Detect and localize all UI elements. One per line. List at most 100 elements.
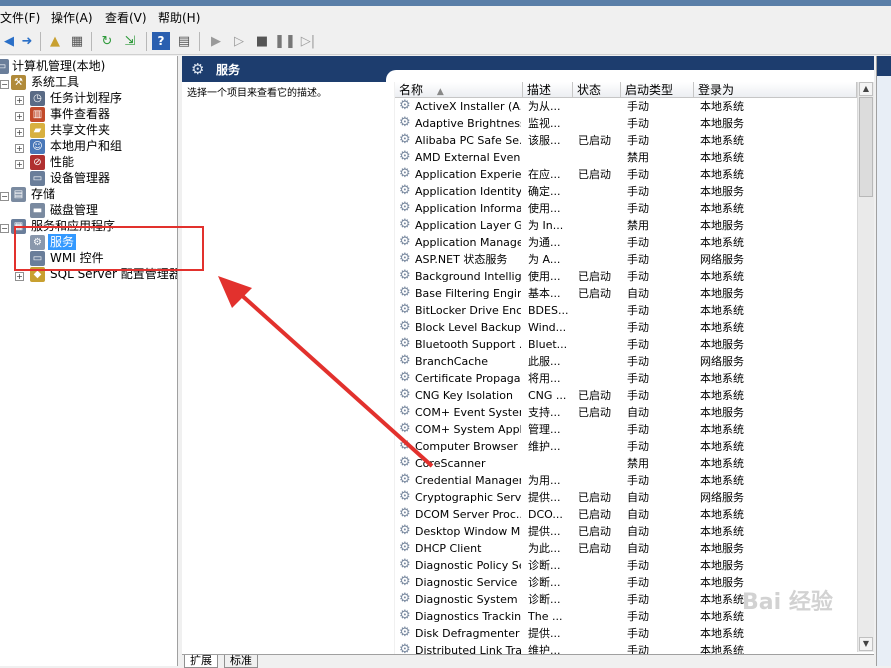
cell-status — [578, 234, 620, 251]
tab-extended[interactable]: 扩展 — [184, 655, 218, 668]
properties-icon[interactable]: ▤ — [175, 32, 193, 50]
cell-status — [578, 336, 620, 353]
table-row[interactable]: ⚙ Application Informa... 使用... 手动 本地系统 — [395, 200, 865, 217]
table-row[interactable]: ⚙ Certificate Propaga... 将用... 手动 本地系统 — [395, 370, 865, 387]
table-row[interactable]: ⚙ AMD External Even... 禁用 本地系统 — [395, 149, 865, 166]
back-icon[interactable]: ◀ — [0, 32, 18, 50]
tree-item-performance[interactable]: 性能 — [50, 154, 74, 170]
tree-item-shared-folders[interactable]: 共享文件夹 — [50, 122, 110, 138]
highlight-box — [14, 226, 204, 271]
cell-name: COM+ System Appl... — [415, 423, 521, 436]
cell-status — [578, 98, 620, 115]
column-status[interactable]: 状态 — [573, 82, 621, 98]
table-row[interactable]: ⚙ Application Identity 确定... 手动 本地服务 — [395, 183, 865, 200]
table-row[interactable]: ⚙ Computer Browser 维护... 手动 本地系统 — [395, 438, 865, 455]
start-service-alt-icon[interactable]: ▷ — [230, 32, 248, 50]
tree-item-event-viewer[interactable]: 事件查看器 — [50, 106, 110, 122]
cell-startup: 手动 — [627, 202, 649, 215]
table-row[interactable]: ⚙ DCOM Server Proc... DCO... 已启动 自动 本地系统 — [395, 506, 865, 523]
table-row[interactable]: ⚙ Cryptographic Serv... 提供... 已启动 自动 网络服务 — [395, 489, 865, 506]
table-row[interactable]: ⚙ Adaptive Brightness 监视... 手动 本地服务 — [395, 115, 865, 132]
cell-name: COM+ Event System — [415, 406, 521, 419]
table-row[interactable]: ⚙ Diagnostic Policy Se... 诊断... 手动 本地服务 — [395, 557, 865, 574]
start-service-icon[interactable]: ▶ — [207, 32, 225, 50]
table-row[interactable]: ⚙ ASP.NET 状态服务 为 A... 手动 网络服务 — [395, 251, 865, 268]
tree-item-device-manager[interactable]: 设备管理器 — [50, 170, 110, 186]
cell-logon: 本地系统 — [700, 508, 744, 521]
table-row[interactable]: ⚙ Desktop Window M... 提供... 已启动 自动 本地系统 — [395, 523, 865, 540]
cell-name: Credential Manager — [415, 474, 521, 487]
table-row[interactable]: ⚙ Application Layer G... 为 In... 禁用 本地服务 — [395, 217, 865, 234]
expand-icon[interactable]: + — [15, 128, 24, 137]
table-row[interactable]: ⚙ Background Intellig... 使用... 已启动 手动 本地系统 — [395, 268, 865, 285]
menu-help[interactable]: 帮助(H) — [158, 9, 200, 26]
expand-icon[interactable]: + — [15, 272, 24, 281]
tree-item-storage[interactable]: 存储 — [31, 186, 55, 202]
table-row[interactable]: ⚙ CoreScanner 禁用 本地系统 — [395, 455, 865, 472]
cell-startup: 手动 — [627, 236, 649, 249]
gear-icon: ⚙ — [399, 183, 411, 198]
tree-item-system-tools[interactable]: 系统工具 — [31, 74, 79, 90]
cell-logon: 本地服务 — [700, 219, 744, 232]
tree-item-local-users[interactable]: 本地用户和组 — [50, 138, 122, 154]
cell-desc: 支持... — [528, 406, 561, 419]
expand-icon[interactable]: + — [15, 160, 24, 169]
table-row[interactable]: ⚙ Disk Defragmenter 提供... 手动 本地系统 — [395, 625, 865, 642]
menu-action[interactable]: 操作(A) — [51, 9, 93, 26]
show-hide-tree-icon[interactable]: ▦ — [68, 32, 86, 50]
table-row[interactable]: ⚙ BranchCache 此服... 手动 网络服务 — [395, 353, 865, 370]
pause-service-icon[interactable]: ❚❚ — [274, 32, 296, 50]
refresh-icon[interactable]: ↻ — [98, 32, 116, 50]
restart-service-icon[interactable]: ▷| — [299, 32, 317, 50]
up-folder-icon[interactable]: ▲ — [46, 32, 64, 50]
cell-logon: 本地系统 — [700, 236, 744, 249]
collapse-icon[interactable]: − — [0, 224, 9, 233]
table-row[interactable]: ⚙ Block Level Backup ... Wind... 手动 本地系统 — [395, 319, 865, 336]
table-row[interactable]: ⚙ ActiveX Installer (A... 为从... 手动 本地系统 — [395, 98, 865, 115]
table-row[interactable]: ⚙ Application Manage... 为通... 手动 本地系统 — [395, 234, 865, 251]
column-startup-type[interactable]: 启动类型 — [621, 82, 694, 98]
cell-status — [578, 251, 620, 268]
scroll-down-icon[interactable]: ▼ — [859, 637, 873, 651]
table-row[interactable]: ⚙ COM+ Event System 支持... 已启动 自动 本地服务 — [395, 404, 865, 421]
table-row[interactable]: ⚙ Credential Manager 为用... 手动 本地系统 — [395, 472, 865, 489]
menu-file[interactable]: 文件(F) — [0, 9, 40, 26]
gear-icon: ⚙ — [399, 234, 411, 249]
gear-icon: ⚙ — [399, 217, 411, 232]
gear-icon: ⚙ — [399, 625, 411, 640]
expand-icon[interactable]: + — [15, 96, 24, 105]
tree-item-task-scheduler[interactable]: 任务计划程序 — [50, 90, 122, 106]
table-row[interactable]: ⚙ COM+ System Appl... 管理... 手动 本地系统 — [395, 421, 865, 438]
table-row[interactable]: ⚙ CNG Key Isolation CNG ... 已启动 手动 本地系统 — [395, 387, 865, 404]
table-row[interactable]: ⚙ Base Filtering Engine 基本... 已启动 自动 本地服务 — [395, 285, 865, 302]
forward-icon[interactable]: ➜ — [18, 32, 36, 50]
expand-icon[interactable]: + — [15, 112, 24, 121]
cell-status — [578, 115, 620, 132]
collapse-icon[interactable]: − — [0, 80, 9, 89]
menu-view[interactable]: 查看(V) — [105, 9, 147, 26]
vertical-scrollbar[interactable]: ▲ ▼ — [857, 82, 874, 652]
cell-startup: 自动 — [627, 508, 649, 521]
gear-icon: ⚙ — [399, 285, 411, 300]
expand-icon[interactable]: + — [15, 144, 24, 153]
cell-logon: 本地服务 — [700, 406, 744, 419]
column-logon-as[interactable]: 登录为 — [694, 82, 857, 98]
help-icon[interactable]: ? — [152, 32, 170, 50]
scrollbar-thumb[interactable] — [859, 97, 873, 197]
table-row[interactable]: ⚙ Application Experie... 在应... 已启动 手动 本地系统 — [395, 166, 865, 183]
tab-standard[interactable]: 标准 — [224, 655, 258, 668]
stop-service-icon[interactable]: ■ — [253, 32, 271, 50]
table-row[interactable]: ⚙ BitLocker Drive Enc... BDES... 手动 本地系统 — [395, 302, 865, 319]
column-name[interactable]: 名称 ▲ — [395, 82, 523, 98]
table-row[interactable]: ⚙ Alibaba PC Safe Se... 该服... 已启动 手动 本地系统 — [395, 132, 865, 149]
scroll-up-icon[interactable]: ▲ — [859, 82, 873, 96]
tree-item-disk-management[interactable]: 磁盘管理 — [50, 202, 98, 218]
cell-status — [578, 319, 620, 336]
tree-root[interactable]: 计算机管理(本地) — [12, 58, 105, 74]
column-description[interactable]: 描述 — [523, 82, 573, 98]
table-row[interactable]: ⚙ DHCP Client 为此... 已启动 自动 本地服务 — [395, 540, 865, 557]
collapse-icon[interactable]: − — [0, 192, 9, 201]
export-list-icon[interactable]: ⇲ — [121, 32, 139, 50]
cell-startup: 手动 — [627, 117, 649, 130]
table-row[interactable]: ⚙ Bluetooth Support ... Bluet... 手动 本地服务 — [395, 336, 865, 353]
